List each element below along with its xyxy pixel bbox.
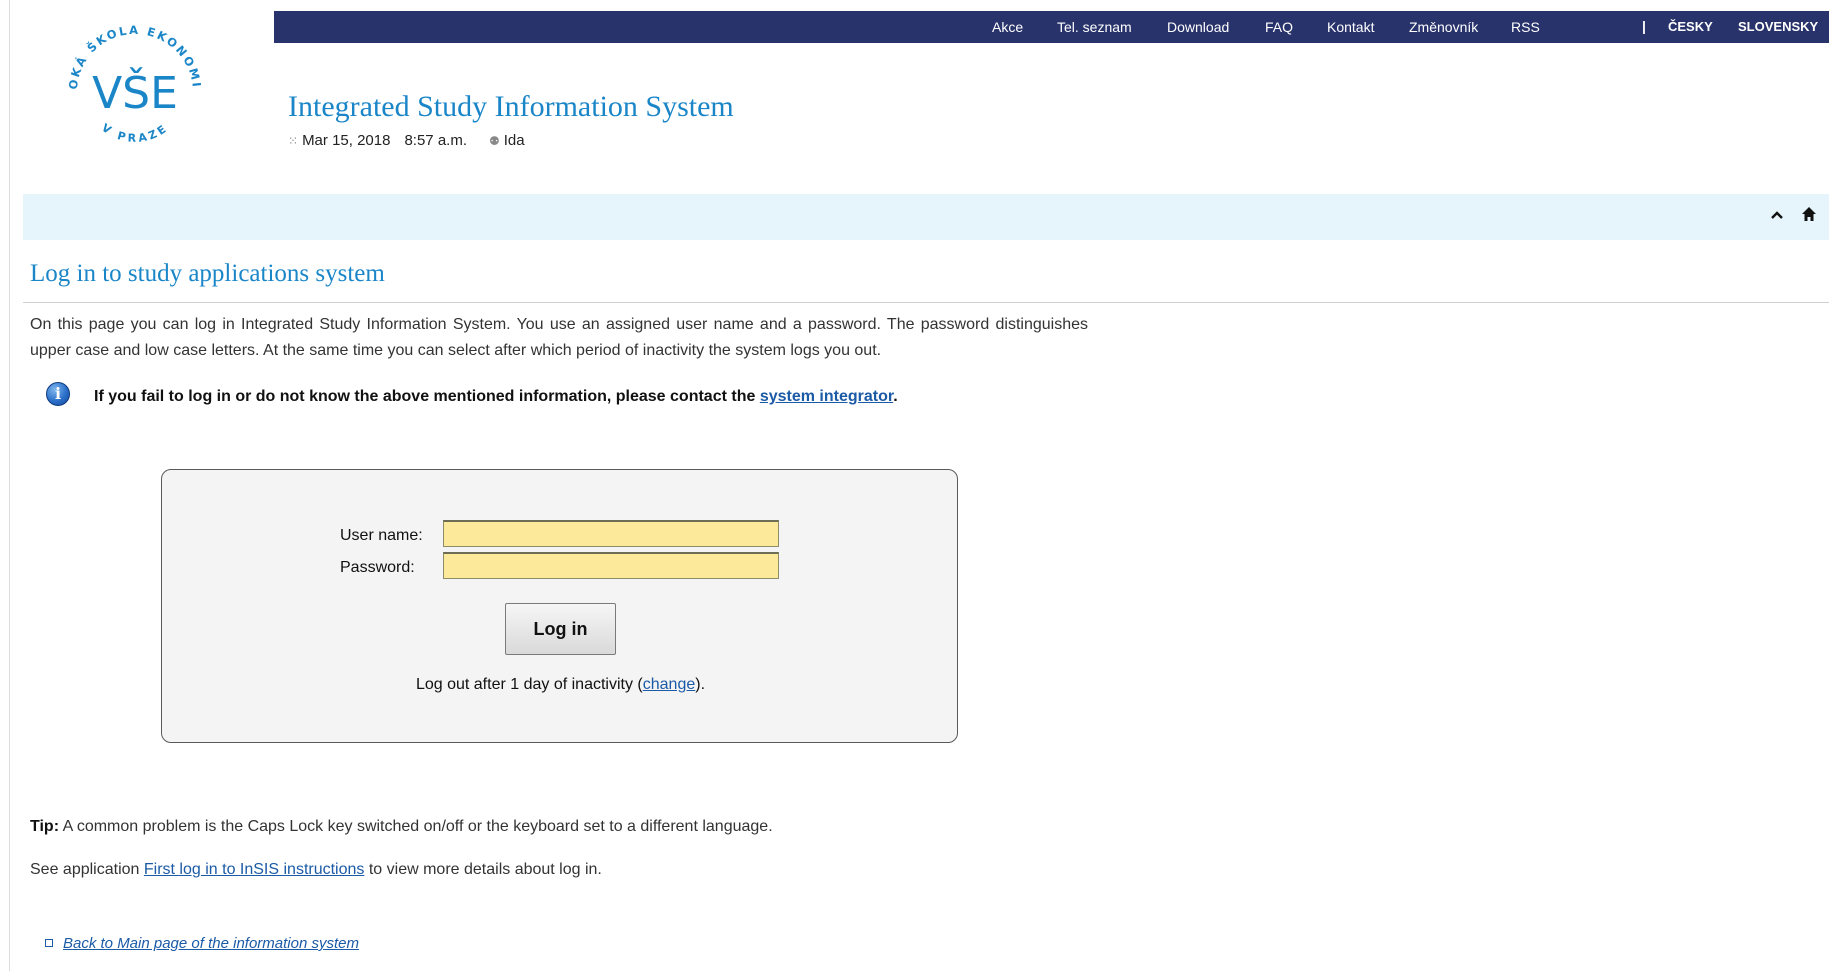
back-to-main-link[interactable]: Back to Main page of the information sys…	[63, 935, 359, 952]
intro-text: On this page you can log in Integrated S…	[30, 316, 1088, 359]
nav-download[interactable]: Download	[1167, 19, 1229, 35]
lang-cesky[interactable]: ČESKY	[1668, 19, 1713, 34]
left-border	[9, 0, 10, 971]
system-integrator-link[interactable]: system integrator	[760, 388, 893, 405]
top-navigation: Akce Tel. seznam Download FAQ Kontakt Zm…	[274, 11, 1829, 43]
chevron-up-icon[interactable]	[1770, 205, 1784, 227]
header-time: 8:57 a.m.	[404, 132, 467, 149]
header-user: Ida	[503, 132, 525, 149]
logo-bottom-text: V PRAZE	[99, 121, 171, 145]
vse-logo[interactable]: VYSOKÁ ŠKOLA EKONOMICKÁ V PRAZE VŠE	[55, 12, 215, 172]
toolbar-band	[23, 194, 1829, 240]
nav-kontakt[interactable]: Kontakt	[1327, 19, 1374, 35]
logo-mark: VŠE	[92, 66, 178, 119]
tip-text: Tip: A common problem is the Caps Lock k…	[30, 818, 773, 835]
nav-rss[interactable]: RSS	[1511, 19, 1540, 35]
password-input[interactable]	[443, 552, 779, 579]
info-icon: i	[46, 382, 70, 406]
username-label: User name:	[340, 527, 423, 544]
nav-faq[interactable]: FAQ	[1265, 19, 1293, 35]
nav-tel-seznam[interactable]: Tel. seznam	[1057, 19, 1132, 35]
username-input[interactable]	[443, 520, 779, 547]
info-text: If you fail to log in or do not know the…	[94, 388, 898, 405]
back-link-row: Back to Main page of the information sys…	[45, 935, 359, 952]
square-bullet-icon	[45, 939, 53, 947]
page-title: Log in to study applications system	[30, 260, 385, 287]
header-date: Mar 15, 2018	[302, 132, 391, 149]
nav-zmenovnik[interactable]: Změnovník	[1409, 19, 1478, 35]
password-label: Password:	[340, 559, 415, 576]
nav-separator: |	[1642, 18, 1646, 34]
title-divider	[23, 302, 1829, 303]
logout-note: Log out after 1 day of inactivity (chang…	[415, 676, 706, 693]
login-form: User name: Password: Log in Log out afte…	[161, 469, 958, 743]
clock-dots-icon: ⁙	[288, 134, 299, 148]
lang-slovensky[interactable]: SLOVENSKY	[1738, 19, 1818, 34]
system-title: Integrated Study Information System	[288, 90, 734, 123]
header-meta: ⁙ Mar 15, 2018 8:57 a.m. ⚉ Ida	[288, 132, 525, 149]
person-icon: ⚉	[489, 134, 500, 148]
tip-label: Tip:	[30, 818, 60, 835]
home-icon[interactable]	[1801, 205, 1817, 227]
change-inactivity-link[interactable]: change	[643, 676, 696, 693]
first-login-instructions-link[interactable]: First log in to InSIS instructions	[144, 861, 365, 878]
nav-akce[interactable]: Akce	[992, 19, 1023, 35]
login-button[interactable]: Log in	[505, 603, 616, 655]
see-instructions: See application First log in to InSIS in…	[30, 861, 602, 878]
